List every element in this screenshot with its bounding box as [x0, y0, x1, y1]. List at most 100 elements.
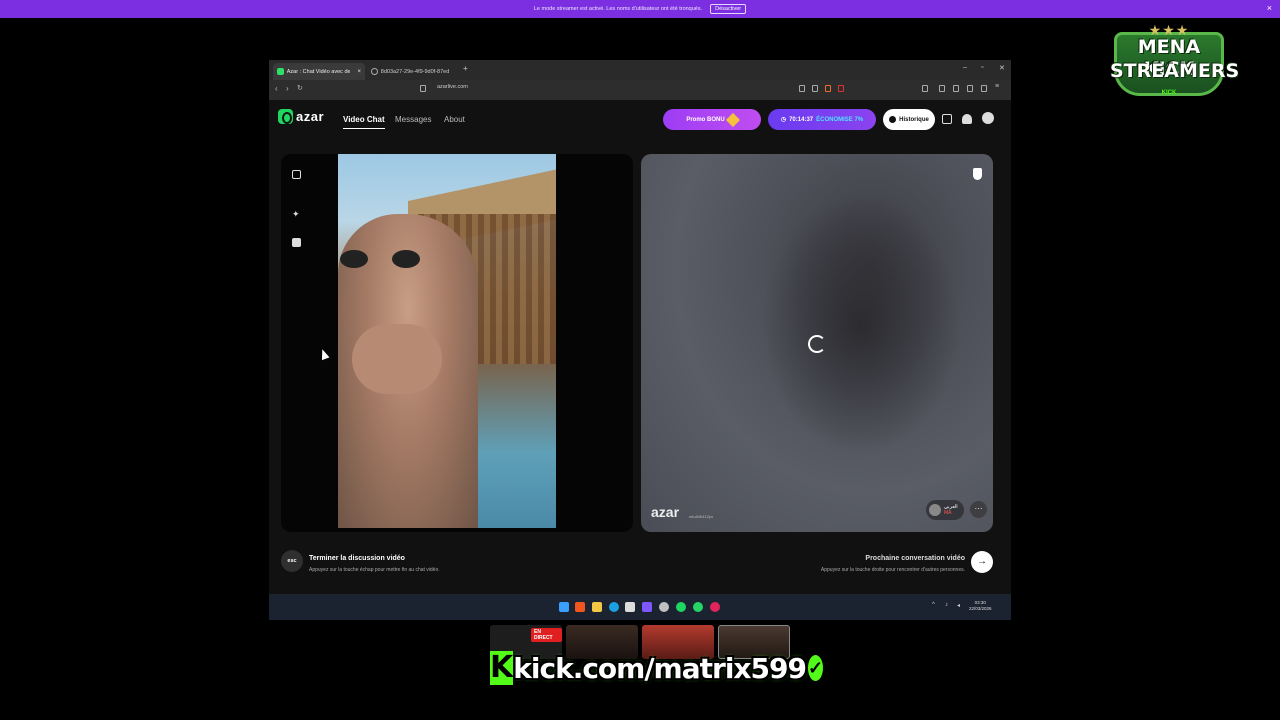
banner-close-icon[interactable]: × [1267, 3, 1272, 13]
azar-logo-icon [278, 109, 293, 124]
banner-message: Le mode streamer est activé. Les noms d'… [533, 6, 703, 12]
url-field[interactable]: azarlive.com [437, 84, 468, 90]
nav-video-chat[interactable]: Video Chat [343, 115, 385, 129]
whatsapp-icon[interactable] [693, 602, 703, 612]
kick-logo-icon: K [490, 650, 514, 685]
wallet-icon[interactable] [967, 85, 973, 92]
next-chat-button[interactable]: → [971, 551, 993, 573]
volume-icon[interactable]: ◂ [957, 602, 960, 609]
logo-kick-badge: KICK [1161, 90, 1177, 96]
gem-icon [725, 112, 740, 127]
history-label: Historique [899, 116, 929, 123]
remote-watermark: azar [651, 504, 680, 520]
avatar [929, 504, 941, 516]
blurred-remote-feed [761, 194, 961, 454]
deactivate-button[interactable]: Désactiver [710, 4, 747, 14]
promo-label: Promo BONU [686, 116, 725, 123]
close-window-button[interactable]: ✕ [999, 64, 1005, 72]
taskbar-clock[interactable]: 03:30 22/03/2026 [969, 600, 992, 612]
nav-messages[interactable]: Messages [395, 115, 431, 124]
tab-bar: Azar : Chat Vidéo avec de no × 8d03a27-2… [269, 60, 1011, 80]
timer-offer-button[interactable]: ◷ 70:14:37 ÉCONOMISE 7% [768, 109, 876, 130]
sidebar-icon[interactable] [922, 85, 928, 92]
cast-icon[interactable] [799, 85, 805, 92]
brave-icon[interactable] [575, 602, 585, 612]
brave-shield-icon[interactable] [825, 85, 831, 92]
rotate-camera-icon[interactable] [292, 170, 301, 179]
remote-user-chip[interactable]: العربي MA [926, 500, 964, 520]
notepad-icon[interactable] [625, 602, 635, 612]
back-icon[interactable]: ‹ [275, 84, 278, 93]
menu-icon[interactable]: ≡ [995, 83, 1001, 90]
end-chat-title: Terminer la discussion vidéo [309, 555, 405, 562]
local-video-panel: ✦ [281, 154, 633, 532]
browser-window: Azar : Chat Vidéo avec de no × 8d03a27-2… [269, 60, 1011, 620]
report-shield-icon[interactable] [973, 168, 982, 180]
kick-url-overlay: K kick.com/matrix599 ✓ [490, 650, 824, 686]
logo-line-2: STREAMERS [1110, 60, 1240, 82]
extensions-icon[interactable] [953, 85, 959, 92]
new-tab-button[interactable]: + [463, 64, 468, 73]
vpn-icon[interactable] [981, 85, 987, 92]
bell-icon[interactable] [962, 114, 972, 124]
economy-label: ÉCONOMISE 7% [816, 116, 864, 123]
self-camera-feed [338, 154, 556, 528]
mask-icon[interactable] [292, 238, 301, 247]
tab-second[interactable]: 8d03a27-29e-4f9-9d0f-87ed [367, 63, 459, 80]
tab-label: Azar : Chat Vidéo avec de no [286, 68, 351, 75]
address-bar: ‹ › ↻ azarlive.com ≡ [269, 80, 1011, 100]
more-options-button[interactable]: ··· [970, 501, 987, 518]
share-icon[interactable] [812, 85, 818, 92]
music-icon[interactable] [939, 85, 945, 92]
edge-icon[interactable] [609, 602, 619, 612]
remote-user-country: MA [944, 510, 952, 516]
forward-icon[interactable]: › [286, 84, 289, 93]
verified-badge-icon: ✓ [807, 655, 824, 681]
file-explorer-icon[interactable] [592, 602, 602, 612]
history-button[interactable]: Historique [883, 109, 935, 130]
reload-icon[interactable]: ↻ [297, 84, 303, 92]
mena-kick-streamers-logo: ★★★ MENA KICK STREAMERS KICK [1110, 22, 1240, 102]
mic-icon[interactable]: ♪ [945, 602, 948, 608]
streamer-mode-banner: Le mode streamer est activé. Les noms d'… [0, 0, 1280, 18]
live-badge: EN DIRECT [531, 628, 562, 642]
next-chat-title: Prochaine conversation vidéo [865, 555, 965, 562]
next-chat-subtitle: Appuyez sur la touche droite pour rencon… [820, 567, 965, 573]
profile-icon[interactable] [982, 112, 994, 124]
history-icon [889, 116, 897, 123]
tab-azar[interactable]: Azar : Chat Vidéo avec de no × [273, 63, 365, 80]
app2-icon[interactable] [710, 602, 720, 612]
azar-page: azar Video Chat Messages About Promo BON… [269, 100, 1011, 594]
azar-favicon-icon [277, 68, 284, 75]
clock-date: 22/03/2026 [969, 606, 992, 611]
store-icon[interactable] [942, 114, 952, 124]
nav-about[interactable]: About [444, 115, 465, 124]
tray-chevron-icon[interactable]: ^ [932, 602, 935, 608]
azar-logo-text: azar [296, 109, 325, 124]
minimize-button[interactable]: – [963, 64, 967, 71]
globe-icon [371, 68, 378, 75]
azar-logo[interactable]: azar [278, 109, 324, 124]
loading-spinner-icon [808, 335, 826, 353]
end-chat-subtitle: Appuyez sur la touche échap pour mettre … [309, 567, 440, 573]
windows-taskbar: ^ ♪ ◂ 03:30 22/03/2026 [269, 594, 1011, 620]
tab-label: 8d03a27-29e-4f9-9d0f-87ed [380, 68, 450, 75]
tab-close-icon[interactable]: × [357, 69, 361, 75]
magic-wand-icon[interactable]: ✦ [292, 210, 301, 219]
rewards-icon[interactable] [838, 85, 844, 92]
promo-bonus-button[interactable]: Promo BONU [663, 109, 761, 130]
end-chat-button[interactable]: esc [281, 550, 303, 572]
bookmark-icon[interactable] [420, 85, 426, 92]
timer-value: 70:14:37 [789, 116, 814, 123]
remote-id: mlu846412yu [689, 514, 714, 519]
kick-url-text: kick.com/matrix599 [513, 651, 807, 685]
obs-icon[interactable] [659, 602, 669, 612]
app-icon[interactable] [642, 602, 652, 612]
start-icon[interactable] [559, 602, 569, 612]
mouse-cursor [318, 347, 330, 361]
user-info: العربي MA [944, 504, 958, 516]
spotify-icon[interactable] [676, 602, 686, 612]
hand [352, 324, 442, 394]
maximize-button[interactable]: ▫ [981, 64, 983, 71]
clock-icon: ◷ [780, 117, 787, 123]
